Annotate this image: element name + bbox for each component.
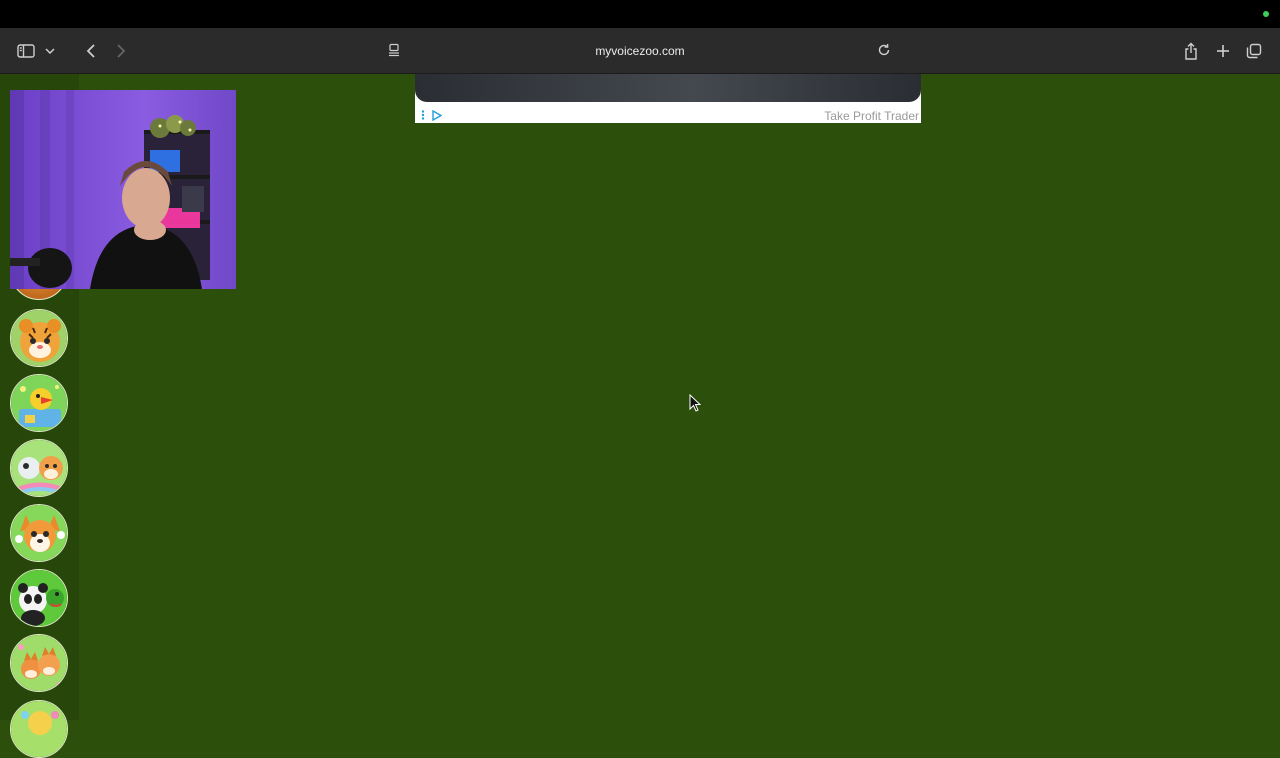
avatar-puppies[interactable]	[10, 439, 68, 497]
share-icon[interactable]	[1180, 39, 1202, 63]
menu-bar	[0, 0, 1280, 28]
address-bar[interactable]: myvoicezoo.com	[381, 38, 899, 64]
url-text[interactable]: myvoicezoo.com	[381, 44, 899, 58]
page-content: Take Profit Trader	[0, 74, 1280, 758]
ad-choices-icon[interactable]	[431, 109, 442, 121]
webcam-video	[10, 90, 236, 289]
ad-banner[interactable]: Take Profit Trader	[415, 74, 921, 123]
avatar-foxes[interactable]	[10, 634, 68, 692]
tab-overview-icon[interactable]	[1243, 39, 1265, 63]
chevron-down-icon[interactable]	[42, 39, 58, 63]
sidebar-toggle-icon[interactable]	[14, 39, 38, 63]
browser-toolbar: myvoicezoo.com	[0, 28, 1280, 74]
reload-icon[interactable]	[877, 43, 893, 59]
ad-choices[interactable]	[421, 109, 442, 121]
status-indicator	[1263, 11, 1269, 17]
mouse-cursor-icon	[689, 394, 701, 412]
avatar-partial-bottom[interactable]	[10, 700, 68, 758]
back-button[interactable]	[80, 39, 100, 63]
forward-button[interactable]	[111, 39, 131, 63]
more-options-icon[interactable]	[421, 110, 425, 120]
new-tab-icon[interactable]	[1212, 39, 1234, 63]
avatar-bird[interactable]	[10, 374, 68, 432]
ad-advertiser-name[interactable]: Take Profit Trader	[824, 109, 919, 123]
avatar-corgi[interactable]	[10, 504, 68, 562]
avatar-panda[interactable]	[10, 569, 68, 627]
ad-creative[interactable]	[415, 74, 921, 102]
avatar-tiger[interactable]	[10, 309, 68, 367]
